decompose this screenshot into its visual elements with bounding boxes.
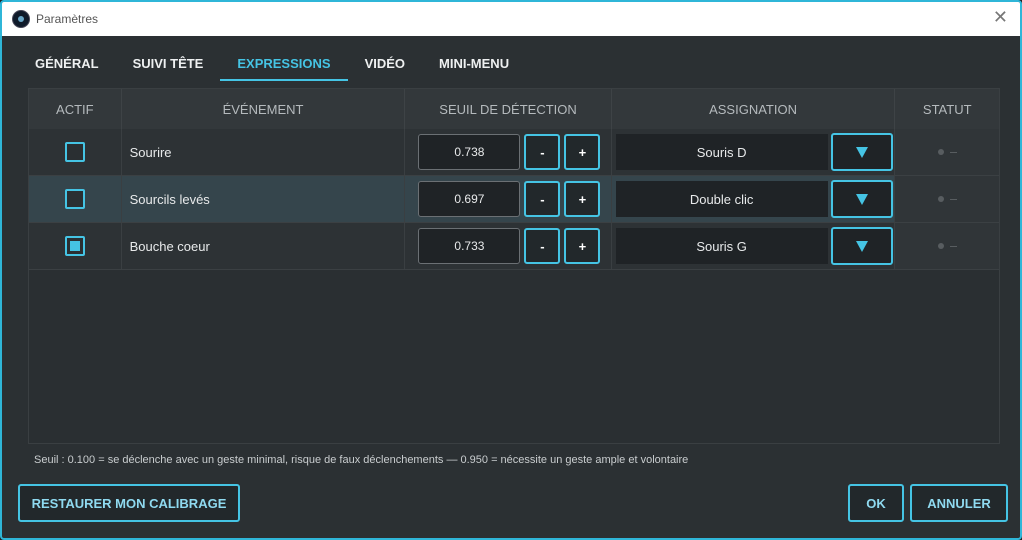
column-header-seuil: SEUIL DE DÉTECTION <box>405 89 612 129</box>
threshold-value[interactable]: 0.738 <box>418 134 521 170</box>
threshold-cell: 0.738 - + <box>405 129 612 175</box>
tab-video[interactable]: VIDÉO <box>348 46 422 80</box>
tab-bar: GÉNÉRAL SUIVI TÊTE EXPRESSIONS VIDÉO MIN… <box>18 46 526 81</box>
event-name: Bouche coeur <box>122 223 406 269</box>
active-cell <box>29 176 122 222</box>
threshold-increase-button[interactable]: + <box>564 181 601 217</box>
assignment-value[interactable]: Souris D <box>615 134 828 170</box>
event-name: Sourcils levés <box>122 176 406 222</box>
active-cell <box>29 223 122 269</box>
status-dot-icon <box>937 196 944 202</box>
assignment-dropdown-button[interactable] <box>830 227 893 265</box>
table-row: Sourire 0.738 - + Souris D <box>29 129 999 176</box>
status-dash-icon <box>949 198 957 200</box>
status-cell <box>895 129 999 175</box>
status-dot-icon <box>937 243 944 249</box>
threshold-value[interactable]: 0.733 <box>418 228 521 264</box>
triangle-down-icon <box>855 193 868 205</box>
tab-suivi-tete[interactable]: SUIVI TÊTE <box>116 46 221 80</box>
assignment-cell: Souris G <box>612 223 896 269</box>
threshold-cell: 0.697 - + <box>405 176 612 222</box>
column-header-evenement: ÉVÉNEMENT <box>122 89 406 129</box>
tab-expressions[interactable]: EXPRESSIONS <box>220 46 348 81</box>
threshold-decrease-button[interactable]: - <box>524 181 561 217</box>
assignment-value[interactable]: Souris G <box>615 228 828 264</box>
table-row: Bouche coeur 0.733 - + Souris G <box>29 223 999 270</box>
active-checkbox[interactable] <box>64 142 85 162</box>
title-bar: Paramètres ✕ <box>2 2 1020 36</box>
status-indicator <box>937 149 957 155</box>
settings-window: Paramètres ✕ GÉNÉRAL SUIVI TÊTE EXPRESSI… <box>0 0 1022 540</box>
assignment-dropdown-button[interactable] <box>830 133 893 171</box>
active-checkbox[interactable] <box>64 189 85 209</box>
active-cell <box>29 129 122 175</box>
window-title: Paramètres <box>36 12 99 26</box>
threshold-value[interactable]: 0.697 <box>418 181 521 217</box>
column-header-actif: ACTIF <box>29 89 122 129</box>
triangle-down-icon <box>855 146 868 158</box>
restore-calibration-button[interactable]: RESTAURER MON CALIBRAGE <box>18 484 240 522</box>
active-checkbox[interactable] <box>64 236 85 256</box>
status-indicator <box>937 196 957 202</box>
threshold-cell: 0.733 - + <box>405 223 612 269</box>
column-header-assignation: ASSIGNATION <box>612 89 896 129</box>
table-row: Sourcils levés 0.697 - + Double clic <box>29 176 999 223</box>
status-dash-icon <box>949 245 957 247</box>
status-cell <box>895 223 999 269</box>
event-name: Sourire <box>122 129 406 175</box>
table-header: ACTIF ÉVÉNEMENT SEUIL DE DÉTECTION ASSIG… <box>29 89 999 129</box>
assignment-cell: Souris D <box>612 129 896 175</box>
cancel-button[interactable]: ANNULER <box>910 484 1008 522</box>
tab-general[interactable]: GÉNÉRAL <box>18 46 116 80</box>
status-dot-icon <box>937 149 944 155</box>
threshold-decrease-button[interactable]: - <box>524 228 561 264</box>
triangle-down-icon <box>855 240 868 252</box>
assignment-value[interactable]: Double clic <box>615 181 828 217</box>
status-dash-icon <box>949 151 957 153</box>
assignment-cell: Double clic <box>612 176 896 222</box>
threshold-increase-button[interactable]: + <box>564 228 601 264</box>
close-icon[interactable]: ✕ <box>993 9 1008 27</box>
expressions-table: ACTIF ÉVÉNEMENT SEUIL DE DÉTECTION ASSIG… <box>28 88 1000 444</box>
assignment-dropdown-button[interactable] <box>830 180 893 218</box>
status-cell <box>895 176 999 222</box>
app-logo-icon <box>12 10 30 28</box>
column-header-statut: STATUT <box>922 101 972 117</box>
status-indicator <box>937 243 957 249</box>
threshold-decrease-button[interactable]: - <box>524 134 561 170</box>
tab-mini-menu[interactable]: MINI-MENU <box>422 46 526 80</box>
threshold-hint: Seuil : 0.100 = se déclenche avec un ges… <box>34 454 689 466</box>
threshold-increase-button[interactable]: + <box>564 134 601 170</box>
ok-button[interactable]: OK <box>848 484 904 522</box>
